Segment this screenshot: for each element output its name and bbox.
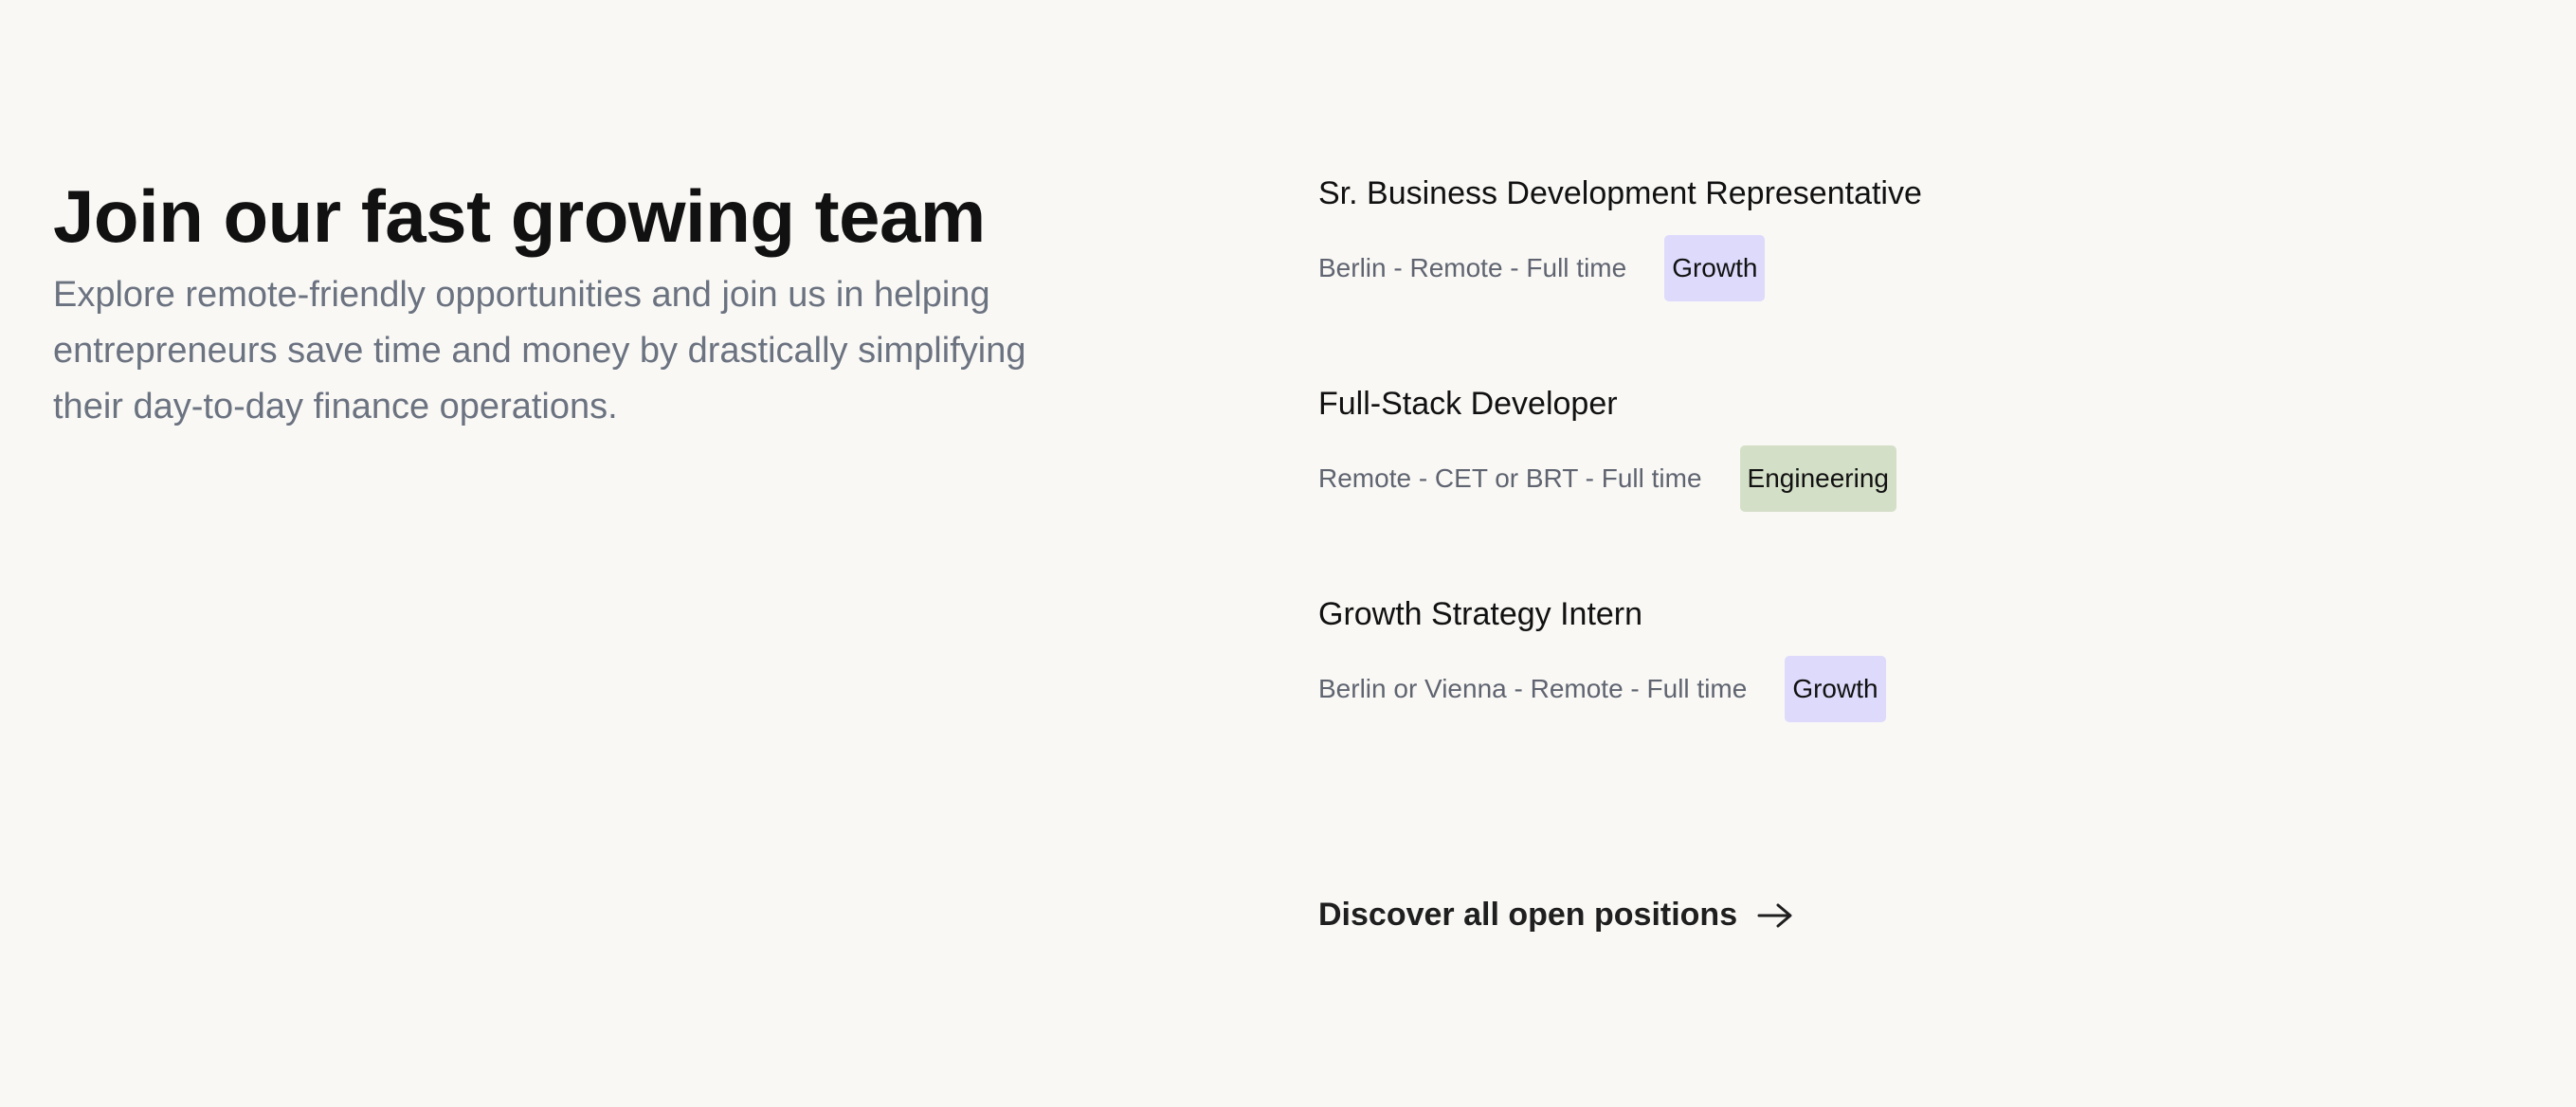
hero-section: Join our fast growing team Explore remot… [53,171,1096,435]
discover-all-positions-label[interactable]: Discover all open positions [1318,897,1737,934]
department-tag-engineering: Engineering [1739,445,1896,512]
job-listing-full-stack-developer[interactable]: Full-Stack Developer Remote - CET or BRT… [1318,381,2456,591]
arrow-right-icon[interactable] [1756,901,1794,930]
job-listing-sr-business-development-representative[interactable]: Sr. Business Development Representative … [1318,171,2456,381]
job-title[interactable]: Full-Stack Developer [1318,381,2456,426]
discover-all-positions-link[interactable]: Discover all open positions [1318,897,1794,934]
job-list: Sr. Business Development Representative … [1318,171,2456,802]
job-meta: Berlin or Vienna - Remote - Full time Gr… [1318,656,2456,722]
job-location: Remote - CET or BRT - Full time [1318,463,1702,493]
job-listing-growth-strategy-intern[interactable]: Growth Strategy Intern Berlin or Vienna … [1318,591,2456,802]
page-title: Join our fast growing team [53,174,986,258]
job-meta: Berlin - Remote - Full time Growth [1318,235,2456,301]
department-tag-growth: Growth [1664,235,1766,301]
job-meta: Remote - CET or BRT - Full time Engineer… [1318,445,2456,512]
department-tag-growth: Growth [1785,656,1886,722]
job-title[interactable]: Sr. Business Development Representative [1318,171,2456,216]
job-title[interactable]: Growth Strategy Intern [1318,591,2456,637]
job-location: Berlin or Vienna - Remote - Full time [1318,674,1748,703]
job-location: Berlin - Remote - Full time [1318,253,1627,282]
page-description: Explore remote-friendly opportunities an… [53,275,1026,426]
